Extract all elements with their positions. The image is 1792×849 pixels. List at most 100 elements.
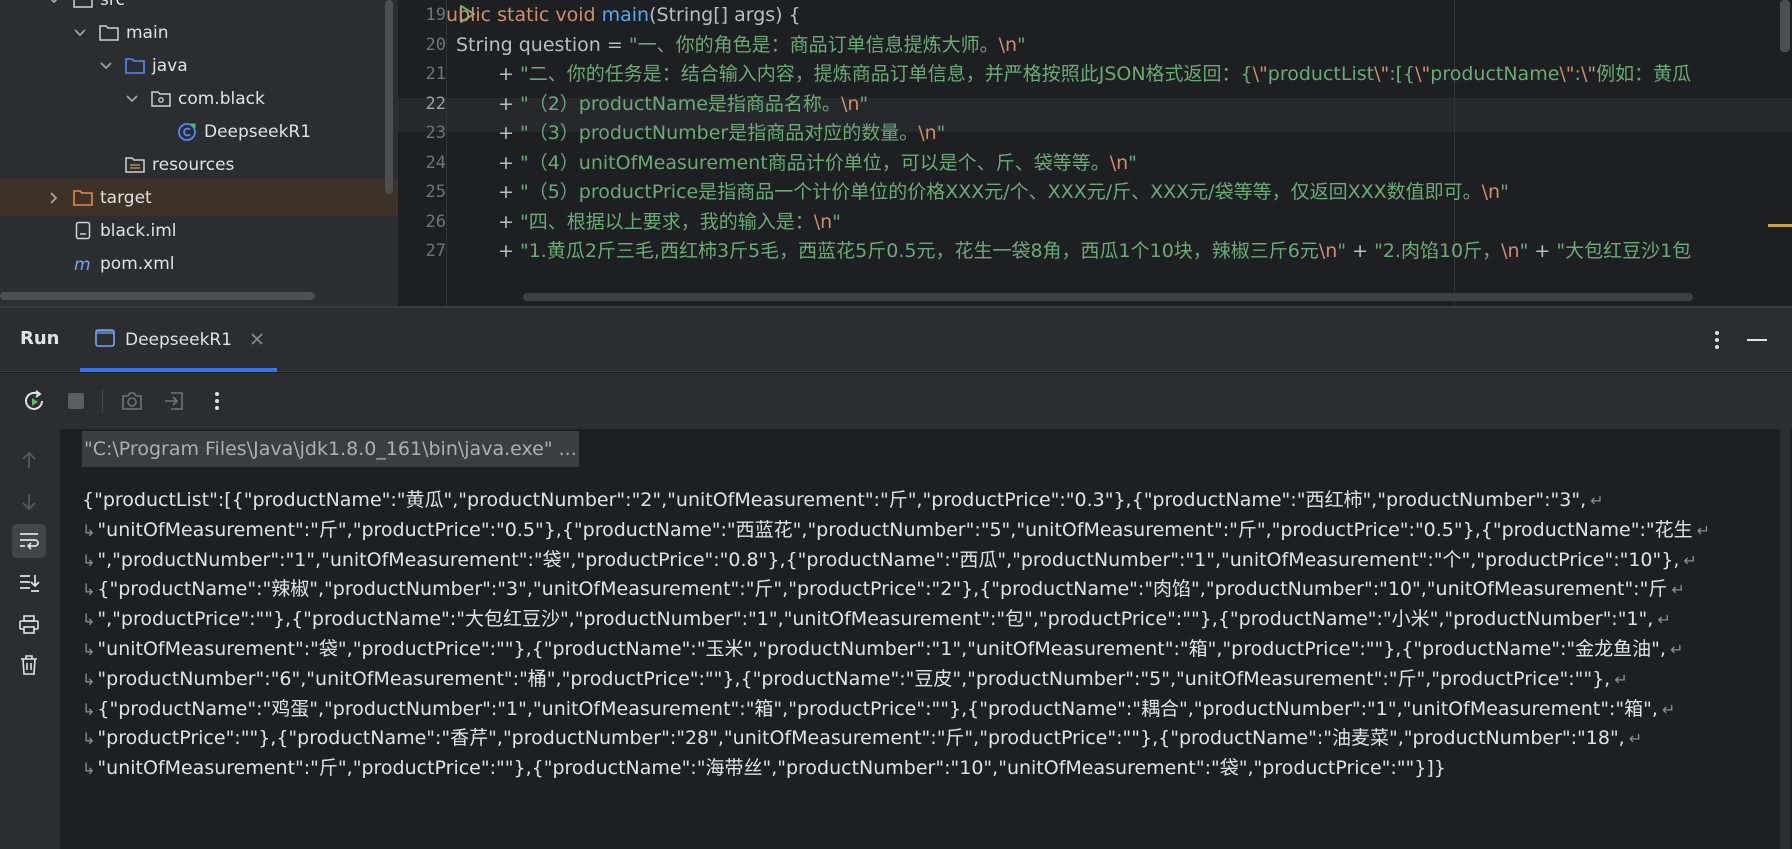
soft-wrap-icon: ↵: [1671, 580, 1685, 600]
rerun-icon[interactable]: [20, 387, 48, 415]
project-tool-window: src main java com.black DeepseekR1 resourcest…: [0, 0, 398, 306]
line-number: 19: [425, 5, 446, 25]
code-token: "四、根据以上要求，我的输入是：: [519, 211, 814, 233]
console-output[interactable]: "C:\Program Files\Java\jdk1.8.0_161\bin\…: [60, 429, 1792, 849]
soft-wrap-icon: ↵: [1628, 729, 1643, 749]
toolbar-more-icon[interactable]: [203, 387, 231, 415]
console-scrollbar[interactable]: [1780, 429, 1790, 849]
console-line-text: "productNumber":"6","unitOfMeasurement":…: [97, 667, 1611, 690]
line-number: 23: [425, 123, 446, 143]
soft-wrap-icon: ↵: [1590, 491, 1604, 510]
tree-item-pom-xml[interactable]: m pom.xml: [0, 245, 398, 282]
tree-item-deepseekr1[interactable]: DeepseekR1: [0, 113, 398, 150]
code-line[interactable]: + "（5）productPrice是指商品一个计价单位的价格XXX元/个、XX…: [498, 175, 1509, 209]
console-line-text: ","productNumber":"1","unitOfMeasurement…: [97, 548, 1680, 571]
scroll-to-end-icon[interactable]: [12, 566, 46, 600]
chevron-down-icon[interactable]: [72, 25, 88, 41]
code-token: +: [498, 240, 520, 262]
console-line-text: "unitOfMeasurement":"袋","productPrice":"…: [97, 638, 1666, 660]
chevron-down-icon[interactable]: [46, 0, 62, 8]
tree-item-label: pom.xml: [100, 253, 175, 274]
editor-vertical-scrollbar[interactable]: [1780, 0, 1790, 52]
code-token: \": [1252, 63, 1268, 85]
tree-item-target[interactable]: target: [0, 179, 398, 216]
iml-file-icon: [72, 220, 94, 242]
more-options-icon[interactable]: [1703, 326, 1731, 354]
chevron-down-icon[interactable]: [98, 58, 114, 74]
project-horizontal-scrollbar[interactable]: [0, 292, 315, 300]
editor-horizontal-scrollbar[interactable]: [523, 293, 1693, 301]
soft-wrap-icon: ↵: [1669, 640, 1684, 659]
soft-wrap-icon: ↵: [1657, 610, 1671, 630]
code-line[interactable]: + "二、你的任务是：结合输入内容，提炼商品订单信息，并严格按照此JSON格式返…: [498, 57, 1691, 91]
code-token: +: [498, 181, 520, 203]
project-vertical-scrollbar[interactable]: [385, 0, 393, 194]
code-token: main: [601, 4, 650, 26]
tree-item-com-black[interactable]: com.black: [0, 80, 398, 117]
code-token: "（2）productName是指商品名称。: [519, 93, 841, 115]
code-token: "二、你的任务是：结合输入内容，提炼商品订单信息，并严格按照此JSON格式返回：…: [519, 63, 1253, 85]
line-number: 27: [425, 241, 446, 261]
code-token: productName: [1430, 63, 1560, 85]
code-token: ": [1128, 152, 1137, 174]
trash-icon[interactable]: [12, 648, 46, 682]
tree-item-java[interactable]: java: [0, 47, 398, 84]
code-token: "（4）unitOfMeasurement商品计价单位，可以是个、斤、袋等等。: [519, 152, 1110, 174]
code-token: +: [498, 152, 520, 174]
soft-wrap-continue-icon: ↳: [82, 580, 96, 600]
close-icon[interactable]: [250, 331, 264, 350]
tree-item-black-iml[interactable]: black.iml: [0, 212, 398, 249]
tree-item-label: java: [152, 55, 188, 76]
soft-wrap-icon: ↵: [1661, 699, 1676, 719]
tree-item-label: target: [100, 187, 152, 208]
code-token: \n: [1481, 181, 1501, 203]
folder-icon: [98, 22, 120, 44]
line-number: 26: [425, 212, 446, 232]
chevron-down-icon[interactable]: [124, 91, 140, 107]
code-token: ": [832, 211, 841, 233]
console-line-text: "unitOfMeasurement":"斤","productPrice":"…: [97, 757, 1446, 780]
print-icon[interactable]: [12, 608, 46, 642]
soft-wrap-continue-icon: ↳: [82, 610, 96, 630]
console-tab-icon: [95, 329, 115, 351]
code-token: ": [1500, 181, 1509, 203]
tree-item-label: resources: [152, 154, 235, 175]
source-folder-icon: [124, 55, 146, 77]
code-line[interactable]: + "（3）productNumber是指商品对应的数量。\n": [498, 116, 945, 150]
console-line-text: ","productPrice":""},{"productName":"大包红…: [97, 608, 1654, 631]
tree-item-main[interactable]: main: [0, 14, 398, 51]
code-token: +: [1528, 240, 1557, 262]
code-token: :[{: [1389, 63, 1416, 85]
run-tab-label: DeepseekR1: [125, 330, 233, 350]
svg-text:m: m: [74, 255, 91, 272]
error-stripe-mark[interactable]: [1768, 224, 1792, 227]
code-line[interactable]: + "1.黄瓜2斤三毛,西红柿3斤5毛，西蓝花5斤0.5元，花生一袋8角，西瓜1…: [498, 234, 1691, 268]
code-token: +: [1346, 240, 1375, 262]
arrow-up-icon[interactable]: [12, 443, 46, 477]
minimize-icon[interactable]: [1743, 326, 1771, 354]
code-token: "一、你的角色是：商品订单信息提炼大师。: [628, 34, 999, 56]
stop-icon[interactable]: [62, 387, 90, 415]
code-token: ublic static void: [446, 4, 602, 26]
tab-deepseekr1[interactable]: DeepseekR1: [80, 308, 277, 372]
code-token: productList: [1267, 63, 1375, 85]
camera-icon[interactable]: [118, 387, 146, 415]
console-line-text: "unitOfMeasurement":"斤","productPrice":"…: [97, 518, 1693, 541]
code-token: ": [1337, 240, 1347, 262]
code-editor[interactable]: 19 20 21 22 23 24 25 26 27 ublic static void mai…: [398, 0, 1792, 306]
soft-wrap-continue-icon: ↳: [82, 550, 96, 570]
console-line-text: "productPrice":""},{"productName":"香芹","…: [97, 727, 1625, 750]
chevron-right-icon[interactable]: [46, 190, 62, 206]
code-token: \n: [1109, 152, 1129, 174]
resources-folder-icon: [124, 154, 146, 176]
package-icon: [150, 88, 172, 110]
tree-item-resources[interactable]: resources: [0, 146, 398, 183]
arrow-down-icon[interactable]: [12, 485, 46, 519]
exit-icon[interactable]: [160, 387, 188, 415]
soft-wrap-icon[interactable]: [12, 524, 46, 558]
soft-wrap-continue-icon: ↳: [82, 640, 96, 659]
code-token: String question =: [456, 34, 629, 56]
code-token: \n: [1501, 240, 1520, 262]
soft-wrap-continue-icon: ↳: [82, 729, 96, 749]
java-class-icon: [176, 121, 198, 143]
